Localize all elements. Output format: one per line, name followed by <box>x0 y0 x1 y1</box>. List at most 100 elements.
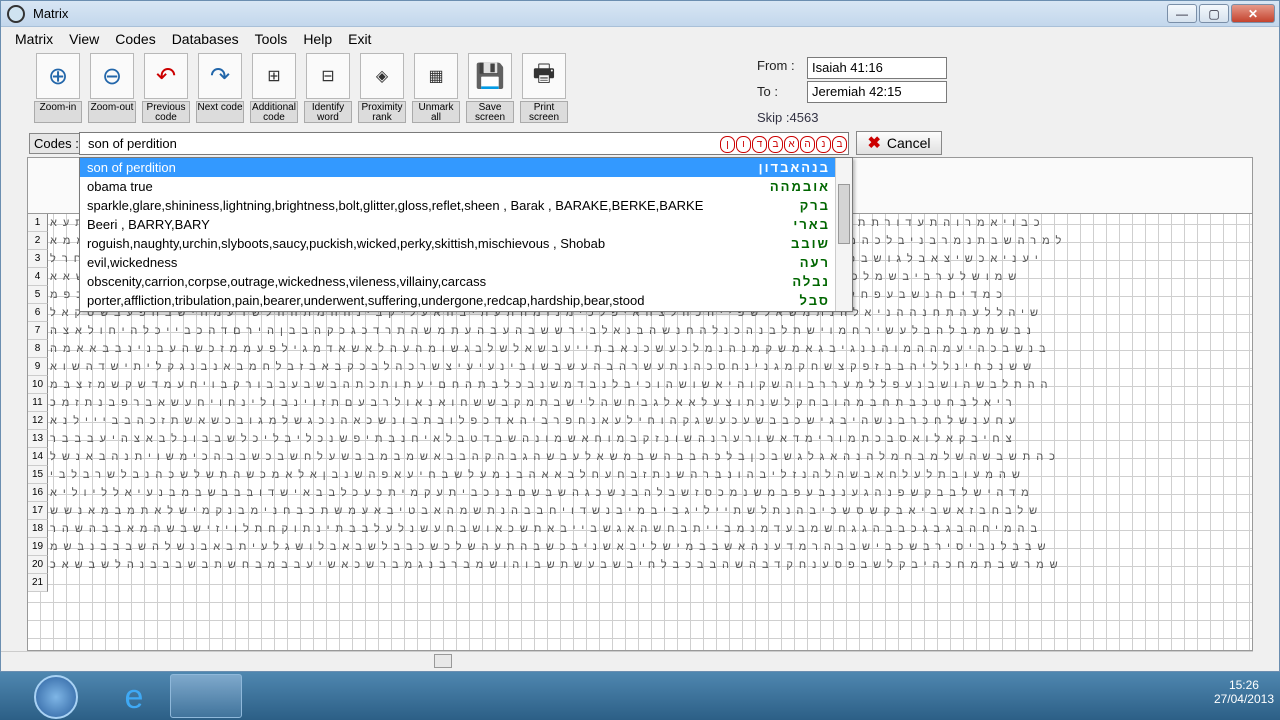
row-number: 7 <box>28 322 48 340</box>
letter-glyph: ב <box>832 136 847 153</box>
skip-value: Skip :4563 <box>757 110 819 125</box>
additional-code-icon: ⊞ <box>252 53 296 99</box>
codes-dropdown-list: son of perdition בנהאבדון obama true אובמה… <box>79 157 853 312</box>
dropdown-option[interactable]: obscenity,carrion,corpse,outrage,wickedn… <box>80 272 852 291</box>
title-bar[interactable]: Matrix — ▢ ✕ <box>1 1 1279 27</box>
unmark-all-icon: ▦ <box>414 53 458 99</box>
tool-label: Unmark all <box>412 101 460 123</box>
option-text: porter,affliction,tribulation,pain,beare… <box>87 293 645 308</box>
option-text: obscenity,carrion,corpse,outrage,wickedn… <box>87 274 487 289</box>
letter-row: בנשבכהיעמההמוהננגיבגאמשקמנהנמלכעשכנאבתיי… <box>50 343 1052 355</box>
tool-label: Print screen <box>520 101 568 123</box>
row-number: 21 <box>28 574 48 592</box>
zoom-out-button[interactable]: ⊖ Zoom-out <box>87 53 137 129</box>
proximity-rank-button[interactable]: ◈ Proximity rank <box>357 53 407 129</box>
to-label: To : <box>757 84 778 99</box>
letter-glyph: א <box>784 136 799 153</box>
letter-row: עחענשלחכרבנשהיבגישכבבשעכעשגקהוחילעאנחפרב… <box>50 415 1022 427</box>
dropdown-option[interactable]: son of perdition בנהאבדון <box>80 158 852 177</box>
row-numbers: 1 2 3 4 5 6 7 8 9 10 11 12 13 14 15 16 1… <box>28 214 48 592</box>
dropdown-option[interactable]: porter,affliction,tribulation,pain,beare… <box>80 291 852 310</box>
previous-code-button[interactable]: ↶ Previous code <box>141 53 191 129</box>
minimize-button[interactable]: — <box>1167 4 1197 23</box>
dropdown-option[interactable]: sparkle,glare,shininess,lightning,bright… <box>80 196 852 215</box>
option-hebrew: רעה <box>799 255 830 270</box>
codes-combobox[interactable]: son of perdition ן ו ד ב א ה נ ב ▼ <box>79 132 895 155</box>
horizontal-scrollbar[interactable] <box>1 651 1253 669</box>
menu-bar: Matrix View Codes Databases Tools Help E… <box>1 27 1279 51</box>
letter-row <box>50 574 1250 592</box>
option-text: sparkle,glare,shininess,lightning,bright… <box>87 198 704 213</box>
zoom-in-button[interactable]: ⊕ Zoom-in <box>33 53 83 129</box>
menu-exit[interactable]: Exit <box>340 31 379 47</box>
letter-glyph: ן <box>720 136 735 153</box>
dropdown-option[interactable]: evil,wickedness רעה <box>80 253 852 272</box>
identify-word-button[interactable]: ⊟ Identify word <box>303 53 353 129</box>
tool-label: Save screen <box>466 101 514 123</box>
letter-row: שלבחבזאשביאבקשסשכיבהנתלשתייליגביבמיבנשדו… <box>50 505 1044 517</box>
menu-tools[interactable]: Tools <box>247 31 296 47</box>
row-number: 2 <box>28 232 48 250</box>
tool-label: Proximity rank <box>358 101 406 123</box>
cancel-icon: ✖ <box>867 135 881 152</box>
letter-row: שהמעובתלעלחאבשהלהנזליבהונברהשנתזבחעחלבאא… <box>50 469 1026 481</box>
option-hebrew: בנהאבדון <box>758 160 830 175</box>
menu-view[interactable]: View <box>61 31 107 47</box>
internet-explorer-icon[interactable]: e <box>113 678 155 716</box>
zoom-out-icon: ⊖ <box>90 53 134 99</box>
app-window: Matrix — ▢ ✕ Matrix View Codes Databases… <box>0 0 1280 672</box>
letter-glyph: ב <box>768 136 783 153</box>
option-hebrew: ברק <box>799 198 830 213</box>
save-icon: 💾 <box>468 53 512 99</box>
taskbar-matrix-app[interactable] <box>170 674 242 718</box>
proximity-rank-icon: ◈ <box>360 53 404 99</box>
menu-matrix[interactable]: Matrix <box>7 31 61 47</box>
print-screen-button[interactable]: 🖶 Print screen <box>519 53 569 129</box>
tool-label: Zoom-out <box>88 101 136 123</box>
window-title: Matrix <box>33 6 69 21</box>
save-screen-button[interactable]: 💾 Save screen <box>465 53 515 129</box>
row-number: 18 <box>28 520 48 538</box>
tool-label: Next code <box>196 101 244 123</box>
to-field[interactable]: Jeremiah 42:15 <box>807 81 947 103</box>
row-number: 4 <box>28 268 48 286</box>
cancel-button[interactable]: ✖ Cancel <box>856 131 942 155</box>
row-number: 12 <box>28 412 48 430</box>
tool-label: Previous code <box>142 101 190 123</box>
next-code-icon: ↷ <box>198 53 242 99</box>
matrix-app-icon <box>7 4 25 23</box>
menu-codes[interactable]: Codes <box>107 31 163 47</box>
option-hebrew: שובב <box>790 236 830 251</box>
letter-row: בהמיחהבגבגכבבהגגחשמבעדמנמבייתבחשהאגשבייב… <box>50 523 1044 535</box>
option-text: Beeri , BARRY,BARY <box>87 217 210 232</box>
menu-databases[interactable]: Databases <box>164 31 247 47</box>
close-button[interactable]: ✕ <box>1231 4 1275 23</box>
unmark-all-button[interactable]: ▦ Unmark all <box>411 53 461 129</box>
row-number: 13 <box>28 430 48 448</box>
tool-label: Additional code <box>250 101 298 123</box>
horizontal-scroll-thumb[interactable] <box>434 654 452 668</box>
next-code-button[interactable]: ↷ Next code <box>195 53 245 129</box>
letter-row: ההתלבשהושבנעפללמעררבוהשקוהיאשושהוכיבלנבד… <box>50 379 1054 391</box>
start-button[interactable] <box>34 675 78 719</box>
option-text: obama true <box>87 179 153 194</box>
menu-help[interactable]: Help <box>295 31 340 47</box>
option-text: evil,wickedness <box>87 255 178 270</box>
additional-code-button[interactable]: ⊞ Additional code <box>249 53 299 129</box>
letter-glyph: נ <box>816 136 831 153</box>
row-number: 15 <box>28 466 48 484</box>
clock-date: 27/04/2013 <box>1213 692 1274 706</box>
letter-row: נבשממבלהבלעשירחמוישתלבנהכנלהחנשהבנאלבירש… <box>50 325 1037 337</box>
from-field[interactable]: Isaiah 41:16 <box>807 57 947 79</box>
dropdown-scroll-thumb[interactable] <box>838 184 850 244</box>
from-label: From : <box>757 58 795 73</box>
dropdown-option[interactable]: obama true אובמהה <box>80 177 852 196</box>
maximize-button[interactable]: ▢ <box>1199 4 1229 23</box>
option-text: son of perdition <box>87 160 176 175</box>
dropdown-option[interactable]: Beeri , BARRY,BARY בארי <box>80 215 852 234</box>
dropdown-scrollbar[interactable] <box>835 158 852 311</box>
dropdown-option[interactable]: roguish,naughty,urchin,slyboots,saucy,pu… <box>80 234 852 253</box>
system-clock[interactable]: 15:26 27/04/2013 <box>1214 678 1274 706</box>
letter-row: צחיבקאלואסבכתמורימדאשורערנהשונזקבמוחאשמו… <box>50 433 1018 445</box>
row-number: 5 <box>28 286 48 304</box>
